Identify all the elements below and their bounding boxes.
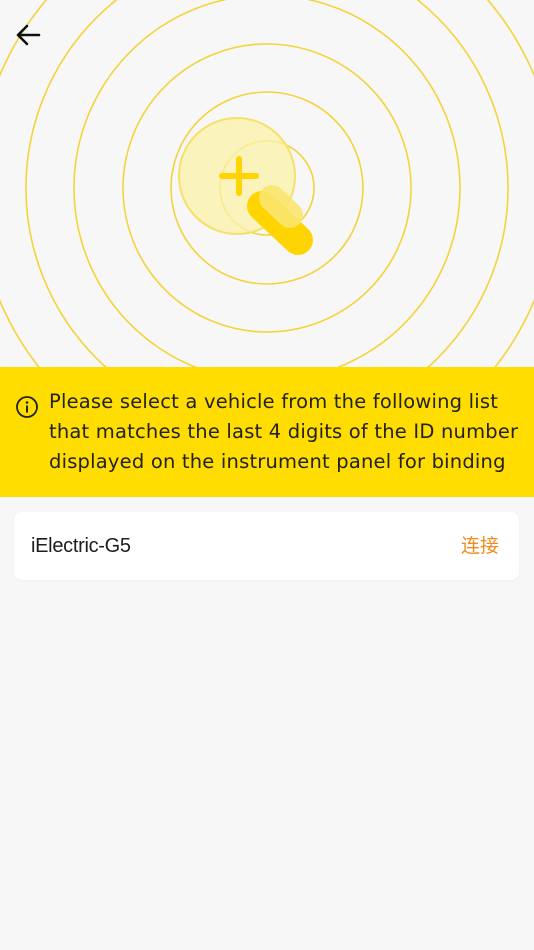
- device-name: iElectric-G5: [31, 535, 131, 557]
- search-add-magnifier-icon: [178, 117, 313, 255]
- info-circle-icon: [16, 396, 38, 418]
- binding-instructions-text: Please select a vehicle from the followi…: [49, 390, 519, 473]
- connect-button[interactable]: 连接: [461, 512, 499, 580]
- scan-header: [0, 0, 534, 367]
- arrow-left-icon: [16, 24, 41, 46]
- device-list-item[interactable]: iElectric-G5 连接: [14, 512, 519, 580]
- back-button[interactable]: [10, 17, 46, 53]
- scanning-radar-illustration: [0, 0, 534, 367]
